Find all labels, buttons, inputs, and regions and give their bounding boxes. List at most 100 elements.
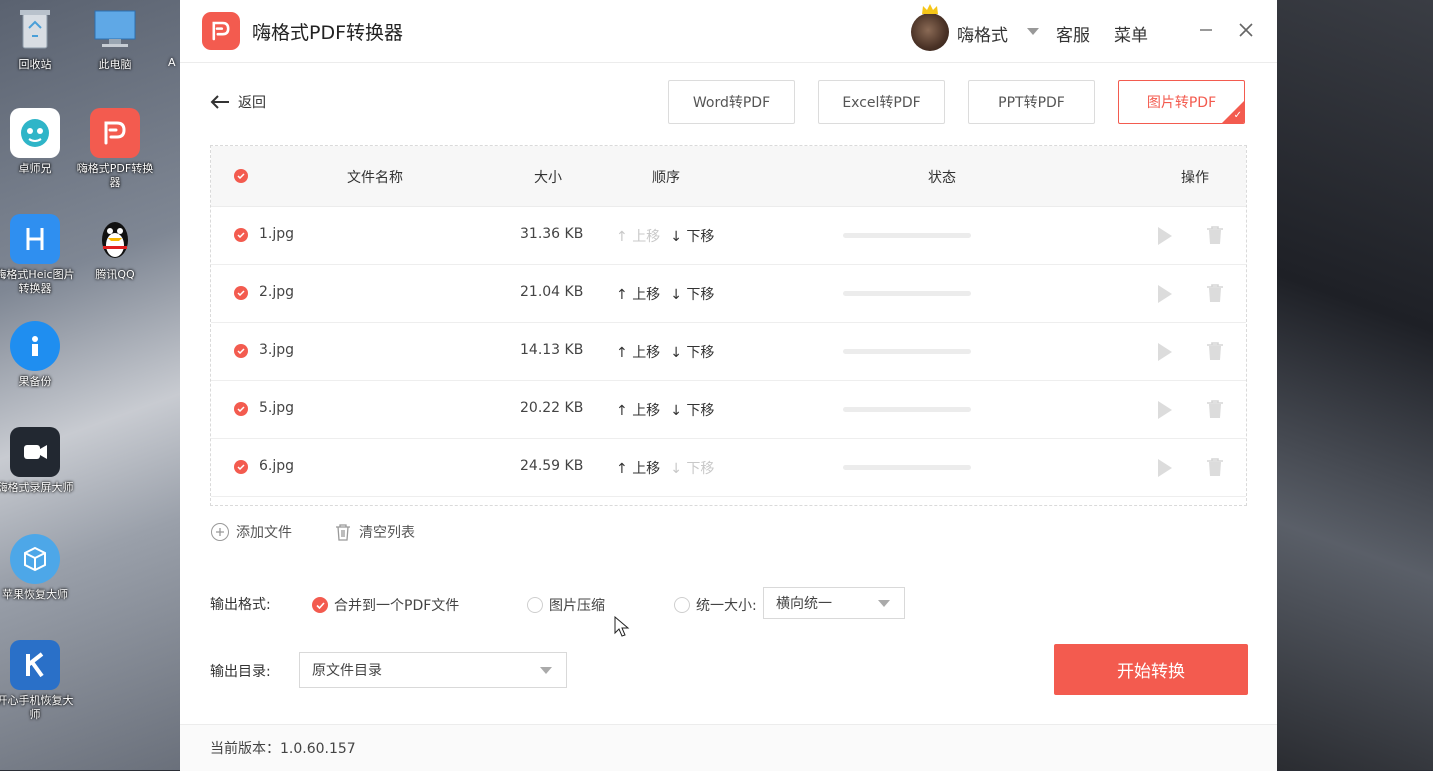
order-controls: ↑ 上移 ↓ 下移 <box>616 400 714 420</box>
trash-icon[interactable] <box>1206 341 1224 361</box>
minimize-button[interactable] <box>1192 16 1220 44</box>
move-down-button[interactable]: ↓ 下移 <box>670 342 714 362</box>
start-convert-button[interactable]: 开始转换 <box>1054 644 1248 695</box>
move-up-button[interactable]: ↑ 上移 <box>616 284 660 304</box>
radio-dot <box>674 597 690 613</box>
output-dir-select[interactable]: 原文件目录 <box>299 652 567 688</box>
tab-ppt-to-pdf[interactable]: PPT转PDF <box>968 80 1095 124</box>
select-value: 原文件目录 <box>312 663 382 679</box>
clear-list-label: 清空列表 <box>359 525 415 541</box>
add-file-label: 添加文件 <box>236 525 292 541</box>
desktop-icon-phone-recovery[interactable]: 开心手机恢复大师 <box>0 640 75 722</box>
move-up-label: 上移 <box>632 345 661 361</box>
radio-label: 统一大小: <box>696 598 757 614</box>
row-checkbox[interactable] <box>234 228 248 242</box>
row-checkbox[interactable] <box>234 286 248 300</box>
move-down-button[interactable]: ↓ 下移 <box>670 458 714 478</box>
menu-link[interactable]: 菜单 <box>1114 21 1148 46</box>
add-file-button[interactable]: 添加文件 <box>210 522 292 542</box>
file-name: 2.jpg <box>259 284 295 300</box>
user-name[interactable]: 嗨格式 <box>957 21 1008 46</box>
tab-excel-to-pdf[interactable]: Excel转PDF <box>818 80 945 124</box>
desktop-icon-apple-recovery[interactable]: 苹果恢复大师 <box>0 534 75 602</box>
row-checkbox[interactable] <box>234 460 248 474</box>
clear-list-button[interactable]: 清空列表 <box>333 522 415 542</box>
pdf-converter-icon <box>90 108 140 158</box>
file-name: 3.jpg <box>259 342 295 358</box>
back-button[interactable]: 返回 <box>210 92 266 112</box>
tab-label: 图片转PDF <box>1146 95 1217 111</box>
check-icon <box>237 290 245 296</box>
play-icon[interactable] <box>1158 285 1172 303</box>
uniform-size-select[interactable]: 横向统一 <box>763 587 905 619</box>
play-icon[interactable] <box>1158 459 1172 477</box>
app-title: 嗨格式PDF转换器 <box>252 22 404 44</box>
table-row: 3.jpg 14.13 KB ↑ 上移 ↓ 下移 <box>211 322 1246 381</box>
tab-image-to-pdf[interactable]: 图片转PDF ✓ <box>1118 80 1245 124</box>
file-name: 5.jpg <box>259 400 295 416</box>
progress-bar <box>843 407 971 412</box>
user-dropdown-icon[interactable] <box>1027 28 1039 35</box>
desktop-icon-recycle-bin[interactable]: 回收站 <box>0 4 75 72</box>
app-window: 嗨格式PDF转换器 嗨格式 客服 菜单 返回 Word转PDF Excel转PD… <box>180 0 1277 771</box>
file-size: 24.59 KB <box>520 458 584 474</box>
desktop-icon-zhuoshixiong[interactable]: 卓师兄 <box>0 108 75 176</box>
chevron-down-icon <box>878 600 890 607</box>
close-button[interactable] <box>1232 16 1260 44</box>
radio-label: 图片压缩 <box>549 598 605 614</box>
move-down-button[interactable]: ↓ 下移 <box>670 400 714 420</box>
mouse-cursor-icon <box>614 616 630 637</box>
move-up-label: 上移 <box>632 403 661 419</box>
trash-icon[interactable] <box>1206 283 1224 303</box>
table-row: 6.jpg 24.59 KB ↑ 上移 ↓ 下移 <box>211 438 1246 497</box>
move-up-button[interactable]: ↑ 上移 <box>616 400 660 420</box>
tab-word-to-pdf[interactable]: Word转PDF <box>668 80 795 124</box>
desktop-icon-pdf-converter[interactable]: 嗨格式PDF转换器 <box>75 108 155 190</box>
file-size: 20.22 KB <box>520 400 584 416</box>
row-checkbox[interactable] <box>234 402 248 416</box>
move-up-button[interactable]: ↑ 上移 <box>616 458 660 478</box>
select-all-checkbox[interactable] <box>234 169 248 183</box>
desktop-icon-backup[interactable]: 果备份 <box>0 321 75 389</box>
order-controls: ↑ 上移 ↓ 下移 <box>616 342 714 362</box>
desktop-icon-heic-converter[interactable]: 嗨格式Heic图片转换器 <box>0 214 75 296</box>
move-down-button[interactable]: ↓ 下移 <box>670 284 714 304</box>
trash-icon[interactable] <box>1206 457 1224 477</box>
radio-dot <box>527 597 543 613</box>
move-up-button[interactable]: ↑ 上移 <box>616 342 660 362</box>
header-status: 状态 <box>928 170 956 186</box>
version-text: 当前版本：1.0.60.157 <box>210 741 356 757</box>
radio-uniform-size[interactable]: 统一大小: <box>674 595 757 615</box>
radio-dot-checked <box>312 597 328 613</box>
play-icon[interactable] <box>1158 343 1172 361</box>
play-icon[interactable] <box>1158 227 1172 245</box>
progress-bar <box>843 349 971 354</box>
arrow-left-icon <box>210 95 229 109</box>
recycle-bin-icon <box>10 4 60 54</box>
zhuoshixiong-icon <box>10 108 60 158</box>
crown-icon <box>922 4 938 14</box>
user-avatar[interactable] <box>911 13 949 51</box>
file-name: 6.jpg <box>259 458 295 474</box>
radio-merge-pdf[interactable]: 合并到一个PDF文件 <box>312 595 459 615</box>
check-icon <box>237 232 245 238</box>
trash-icon[interactable] <box>1206 225 1224 245</box>
title-bar: 嗨格式PDF转换器 嗨格式 客服 菜单 <box>180 0 1277 63</box>
heic-converter-icon <box>10 214 60 264</box>
desktop-icon-screen-recorder[interactable]: 嗨格式录屏大师 <box>0 427 75 495</box>
play-icon[interactable] <box>1158 401 1172 419</box>
move-up-button[interactable]: ↑ 上移 <box>616 226 660 246</box>
radio-image-compress[interactable]: 图片压缩 <box>527 595 605 615</box>
desktop-icon-qq[interactable]: 腾讯QQ <box>75 214 155 282</box>
file-size: 21.04 KB <box>520 284 584 300</box>
progress-bar <box>843 233 971 238</box>
trash-icon[interactable] <box>1206 399 1224 419</box>
row-checkbox[interactable] <box>234 344 248 358</box>
customer-service-link[interactable]: 客服 <box>1056 21 1090 46</box>
tab-label: Word转PDF <box>692 95 771 111</box>
move-down-button[interactable]: ↓ 下移 <box>670 226 714 246</box>
back-label: 返回 <box>238 95 266 111</box>
desktop-icon-this-pc[interactable]: 此电脑 <box>75 4 155 72</box>
move-up-label: 上移 <box>632 461 661 477</box>
table-header: 文件名称 大小 顺序 状态 操作 <box>211 146 1246 207</box>
